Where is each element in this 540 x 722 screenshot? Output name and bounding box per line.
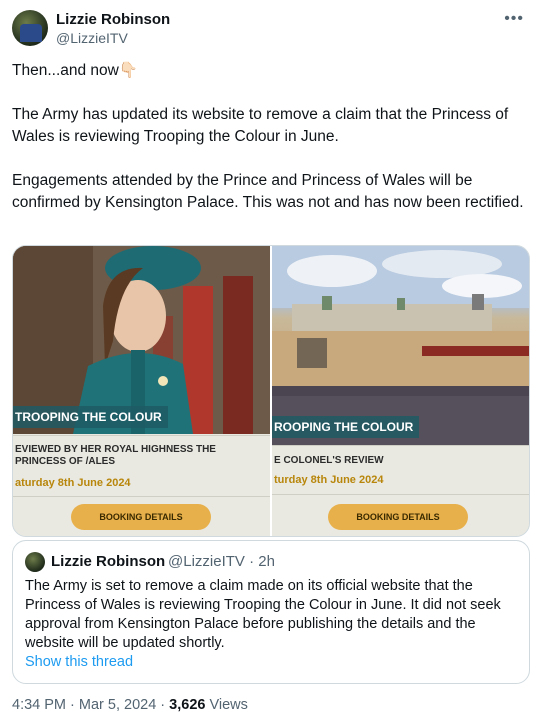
quoted-author-avatar xyxy=(25,552,45,572)
divider-line xyxy=(13,435,270,436)
quoted-author-name: Lizzie Robinson xyxy=(51,553,166,570)
author-name[interactable]: Lizzie Robinson xyxy=(56,11,170,28)
tweet-text: Then...and now👇🏻 The Army has updated it… xyxy=(12,60,528,236)
show-thread-link[interactable]: Show this thread xyxy=(25,654,133,670)
trooping-banner-right: ROOPING THE COLOUR xyxy=(272,416,420,438)
tweet-paragraph-3: Engagements attended by the Prince and P… xyxy=(12,172,524,211)
media-grid: TROOPING THE COLOUR EVIEWED BY HER ROYAL… xyxy=(12,245,530,537)
divider-line xyxy=(13,496,270,497)
author-handle[interactable]: @LizzieITV xyxy=(56,30,128,46)
quoted-tweet-text: The Army is set to remove a claim made o… xyxy=(25,578,501,651)
event-title-right: E COLONEL'S REVIEW xyxy=(274,455,384,466)
timestamp[interactable]: 4:34 PM · Mar 5, 2024 · xyxy=(12,697,169,713)
tweet-paragraph-2: The Army has updated its website to remo… xyxy=(12,106,509,145)
media-image-left[interactable]: TROOPING THE COLOUR EVIEWED BY HER ROYAL… xyxy=(13,246,270,536)
event-date-left: aturday 8th June 2024 xyxy=(15,477,131,489)
tweet-metadata: 4:34 PM · Mar 5, 2024 · 3,626 Views xyxy=(12,697,248,713)
quoted-author-handle-time: @LizzieITV · 2h xyxy=(168,553,275,570)
booking-details-button-right[interactable]: BOOKING DETAILS xyxy=(328,504,468,530)
more-horizontal-icon[interactable]: ••• xyxy=(504,10,524,28)
trooping-banner-left: TROOPING THE COLOUR xyxy=(13,406,168,428)
quoted-tweet[interactable]: Lizzie Robinson @LizzieITV · 2h The Army… xyxy=(12,540,530,684)
views-count: 3,626 xyxy=(169,697,206,713)
tweet-paragraph-1: Then...and now👇🏻 xyxy=(12,62,139,79)
event-title-left: EVIEWED BY HER ROYAL HIGHNESS THE PRINCE… xyxy=(15,444,216,467)
event-date-right: turday 8th June 2024 xyxy=(274,474,384,486)
views-label: Views xyxy=(205,697,248,713)
tweet-header: Lizzie Robinson @LizzieITV ••• xyxy=(12,10,528,50)
booking-details-button-left[interactable]: BOOKING DETAILS xyxy=(71,504,211,530)
author-avatar[interactable] xyxy=(12,10,48,46)
divider-line xyxy=(272,445,529,446)
media-image-right[interactable]: ROOPING THE COLOUR E COLONEL'S REVIEW tu… xyxy=(272,246,529,536)
divider-line xyxy=(272,494,529,495)
